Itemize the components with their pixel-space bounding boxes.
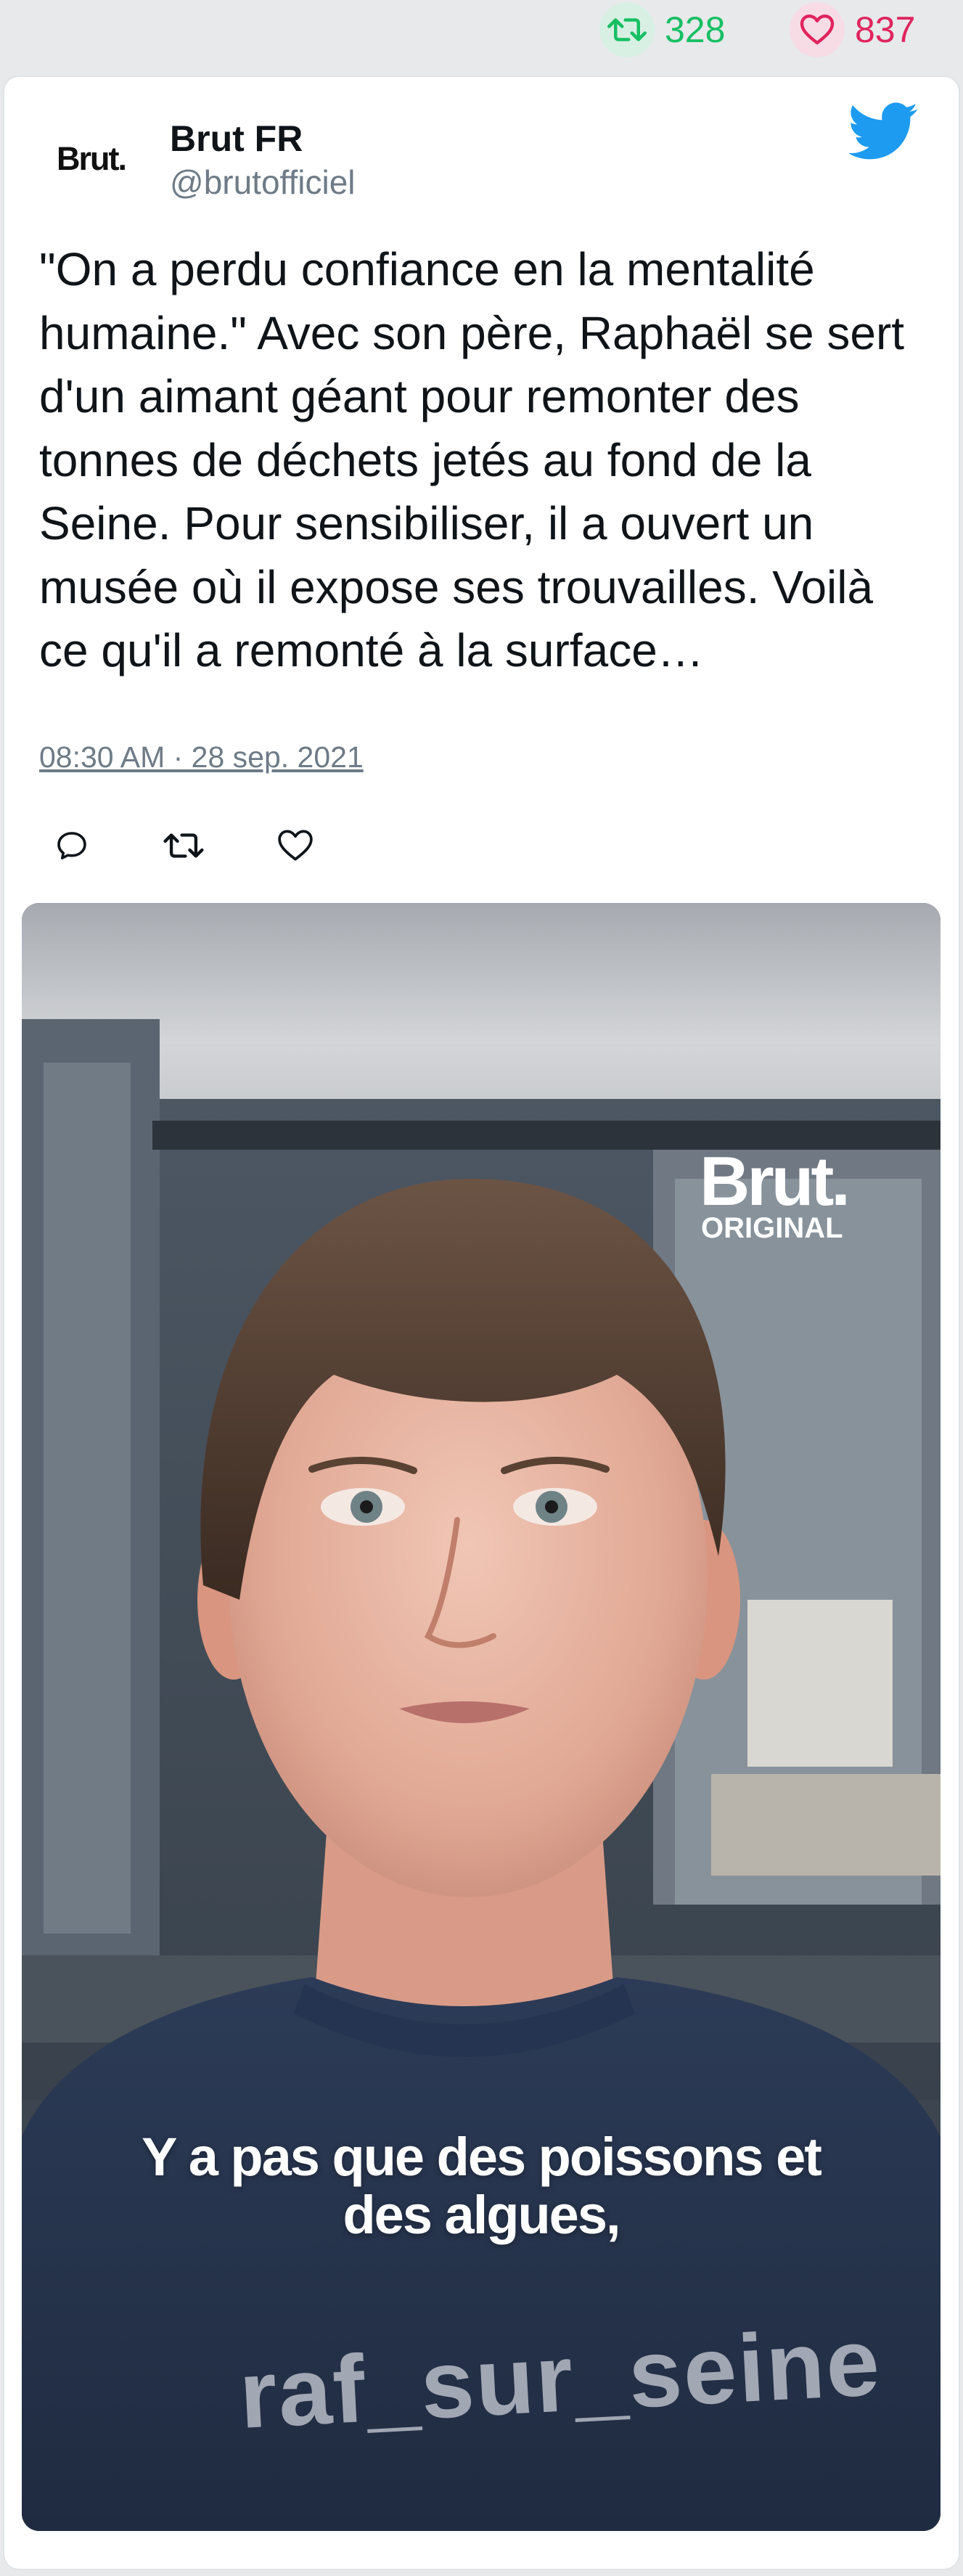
author-name[interactable]: Brut FR [170,118,303,160]
tweet-timestamp-link[interactable]: 08:30 AM · 28 sep. 2021 [39,740,364,774]
author-handle[interactable]: @brutofficiel [170,163,356,202]
reply-icon [57,832,86,859]
twitter-bird-icon[interactable] [849,102,919,161]
heart-icon [278,830,313,861]
like-count: 837 [855,9,916,50]
like-button[interactable] [270,820,321,871]
brut-badge-word: Brut. [700,1142,851,1220]
retweet-icon [599,2,655,57]
video-caption-line-2: des algues, [343,2185,620,2245]
tweet-media-video[interactable]: Brut. ORIGINAL Y a pas que des poissons … [22,903,941,2531]
previous-tweet-counters: 328 837 [0,0,963,62]
retweet-button[interactable] [158,820,209,871]
tweet-text: "On a perdu confiance en la mentalité hu… [39,243,905,676]
like-counter[interactable]: 837 [790,1,915,58]
brut-badge-sub: ORIGINAL [701,1212,843,1244]
retweet-counter[interactable]: 328 [599,1,725,58]
heart-icon [790,2,845,57]
reply-button[interactable] [46,820,97,871]
author-avatar-logo[interactable]: Brut. [57,134,142,184]
video-caption: Y a pas que des poissons et des algues, [65,2128,897,2244]
video-caption-line-1: Y a pas que des poissons et [142,2127,822,2187]
page: 328 837 Brut. Brut FR @brutofficiel "On … [0,0,963,2576]
retweet-icon [163,833,204,858]
brut-original-badge: Brut. ORIGINAL [700,1147,903,1245]
retweet-count: 328 [665,9,726,50]
